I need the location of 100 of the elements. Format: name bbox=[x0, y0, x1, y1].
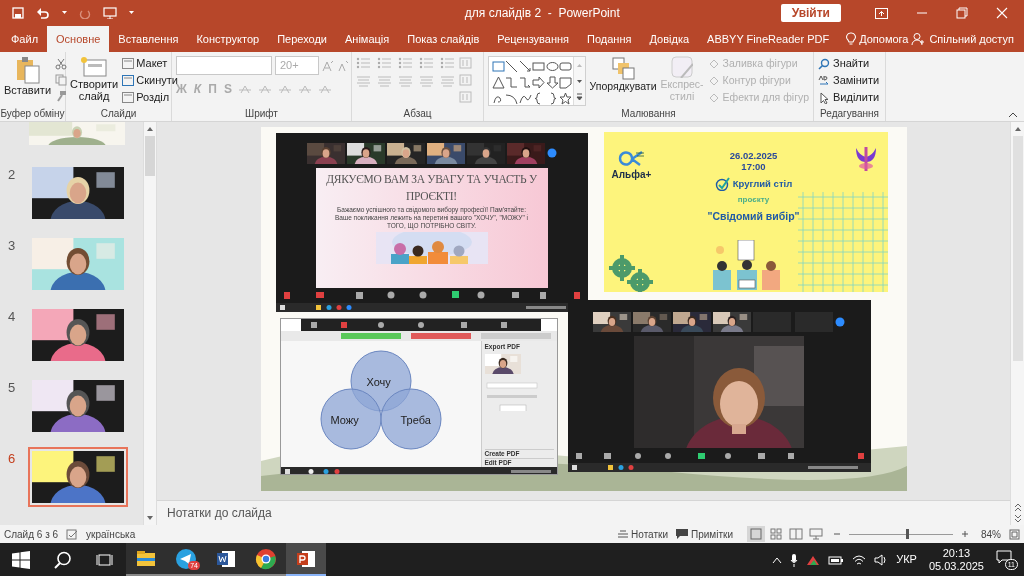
editing-button[interactable]: Замінити bbox=[818, 73, 880, 88]
comments-button[interactable]: Примітки bbox=[676, 526, 733, 542]
pentagon-icon[interactable] bbox=[559, 76, 573, 89]
slide-counter: Слайд 6 з 6 bbox=[4, 527, 59, 542]
save-icon[interactable] bbox=[12, 7, 24, 19]
ribbon-tab[interactable]: Показ слайдів bbox=[398, 26, 489, 52]
group-label: Редагування bbox=[820, 107, 879, 121]
person-icon bbox=[911, 32, 926, 46]
comment-icon bbox=[676, 529, 688, 539]
notes-field[interactable]: Нотатки до слайда bbox=[167, 504, 272, 522]
ribbon-tab[interactable]: Довідка bbox=[640, 26, 699, 52]
replace-icon bbox=[818, 74, 830, 87]
editing-button[interactable]: Виділити bbox=[818, 90, 880, 105]
close-icon[interactable] bbox=[996, 7, 1008, 19]
outline-icon bbox=[707, 74, 720, 87]
slideshow-view-icon[interactable] bbox=[807, 526, 825, 542]
new-slide-button[interactable]: Створити слайд bbox=[70, 56, 119, 102]
slide-canvas[interactable] bbox=[260, 127, 907, 491]
sorter-view-icon[interactable] bbox=[767, 526, 785, 542]
battery-icon[interactable] bbox=[828, 554, 845, 565]
reading-view-icon[interactable] bbox=[787, 526, 805, 542]
slide-option-button[interactable]: Макет bbox=[122, 56, 178, 71]
zoom-level[interactable]: 84% bbox=[981, 526, 1001, 542]
chevron-up-icon[interactable] bbox=[772, 555, 783, 564]
paste-button[interactable]: Вставити bbox=[4, 56, 52, 96]
ribbon-tab[interactable]: Анімація bbox=[336, 26, 399, 52]
new-slide-icon bbox=[80, 56, 109, 78]
lightbulb-icon bbox=[846, 32, 857, 46]
oval-icon[interactable] bbox=[545, 60, 559, 73]
arrange-icon bbox=[611, 56, 635, 80]
project-title: "Свідомий вибір" bbox=[707, 209, 800, 225]
scrollbar-thumb[interactable] bbox=[1012, 136, 1023, 361]
editing-button[interactable]: Знайти bbox=[818, 56, 880, 71]
ribbon-tab[interactable]: Файл bbox=[2, 26, 48, 52]
slide-option-button[interactable]: Скинути bbox=[122, 73, 178, 88]
down-arrow-icon[interactable] bbox=[545, 76, 559, 89]
tell-me-field[interactable]: Допомога bbox=[859, 30, 909, 48]
group-label: Малювання bbox=[621, 107, 676, 121]
ribbon-tab[interactable]: Рецензування bbox=[488, 26, 579, 52]
zoom-out-icon[interactable] bbox=[833, 530, 841, 538]
ribbon-tab[interactable]: ABBYY FineReader PDF bbox=[698, 26, 839, 52]
line-icon[interactable] bbox=[505, 60, 519, 73]
clock-time[interactable]: 20:13 bbox=[942, 546, 971, 560]
undo-icon[interactable] bbox=[36, 7, 50, 19]
slide-number: 5 bbox=[8, 379, 17, 397]
arc-icon[interactable] bbox=[505, 92, 519, 105]
restore-icon[interactable] bbox=[956, 7, 968, 19]
scissors-icon[interactable] bbox=[55, 58, 68, 70]
share-button[interactable]: Спільний доступ bbox=[911, 26, 1022, 52]
arrange-button[interactable]: Упорядкувати bbox=[589, 56, 657, 93]
taskbar-app-button[interactable] bbox=[246, 543, 286, 576]
font-name-field[interactable] bbox=[176, 56, 272, 75]
group-label: Абзац bbox=[403, 107, 432, 121]
circle-label: Хочу bbox=[366, 375, 391, 390]
volume-icon[interactable] bbox=[874, 553, 889, 566]
sign-in-button[interactable]: Увійти bbox=[780, 4, 841, 22]
taskbar-app-button[interactable] bbox=[126, 543, 166, 576]
scrollbar-thumb[interactable] bbox=[145, 136, 155, 176]
quick-styles-icon bbox=[671, 56, 694, 78]
ribbon-tab[interactable]: Конструктор bbox=[187, 26, 269, 52]
arrow-icon[interactable] bbox=[518, 60, 532, 73]
shapes-gallery[interactable] bbox=[488, 56, 586, 106]
ribbon-tab[interactable]: Вставлення bbox=[109, 26, 188, 52]
windows-logo-icon[interactable] bbox=[12, 550, 30, 569]
search-icon[interactable] bbox=[54, 550, 72, 569]
input-language[interactable]: УКР bbox=[896, 551, 917, 568]
ribbon-display-icon[interactable] bbox=[875, 7, 888, 19]
wifi-icon[interactable] bbox=[852, 553, 867, 566]
group-label: Слайди bbox=[100, 107, 137, 121]
fit-slide-icon[interactable] bbox=[1009, 528, 1020, 540]
language-label[interactable]: українська bbox=[86, 526, 136, 542]
star-icon[interactable] bbox=[559, 92, 573, 105]
format-painter-icon[interactable] bbox=[55, 90, 68, 102]
zoom-in-icon[interactable] bbox=[961, 530, 969, 538]
rounded-rectangle-icon[interactable] bbox=[559, 60, 573, 73]
effects-icon bbox=[707, 91, 720, 104]
slide-number: 3 bbox=[8, 237, 17, 255]
spelling-icon[interactable] bbox=[66, 528, 79, 540]
check-icon bbox=[714, 177, 730, 192]
curve-icon[interactable] bbox=[518, 92, 532, 105]
ribbon-tab[interactable]: Подання bbox=[578, 26, 641, 52]
event-time: 17:00 bbox=[741, 161, 766, 172]
notes-button[interactable]: Нотатки bbox=[618, 526, 668, 542]
fill-icon bbox=[707, 57, 720, 70]
find-icon bbox=[818, 57, 830, 70]
layout-icon bbox=[122, 58, 135, 69]
clock-date[interactable]: 05.03.2025 bbox=[928, 559, 984, 573]
taskbar-app-button[interactable] bbox=[286, 543, 326, 576]
collapse-ribbon-icon[interactable] bbox=[1008, 112, 1018, 118]
triangle-icon[interactable] bbox=[492, 76, 505, 89]
group-label: Буфер обміну bbox=[0, 107, 65, 121]
microphone-icon[interactable] bbox=[790, 552, 799, 567]
ribbon-tab[interactable]: Переходи bbox=[268, 26, 336, 52]
ribbon-tab[interactable]: Основне bbox=[47, 26, 110, 52]
zoom-slider-thumb[interactable] bbox=[905, 528, 909, 539]
clipboard-icon bbox=[14, 56, 41, 84]
slideshow-icon[interactable] bbox=[103, 7, 117, 19]
caret-icon[interactable] bbox=[62, 11, 67, 15]
caret-icon[interactable] bbox=[129, 11, 134, 15]
right-arrow-icon[interactable] bbox=[532, 76, 546, 89]
